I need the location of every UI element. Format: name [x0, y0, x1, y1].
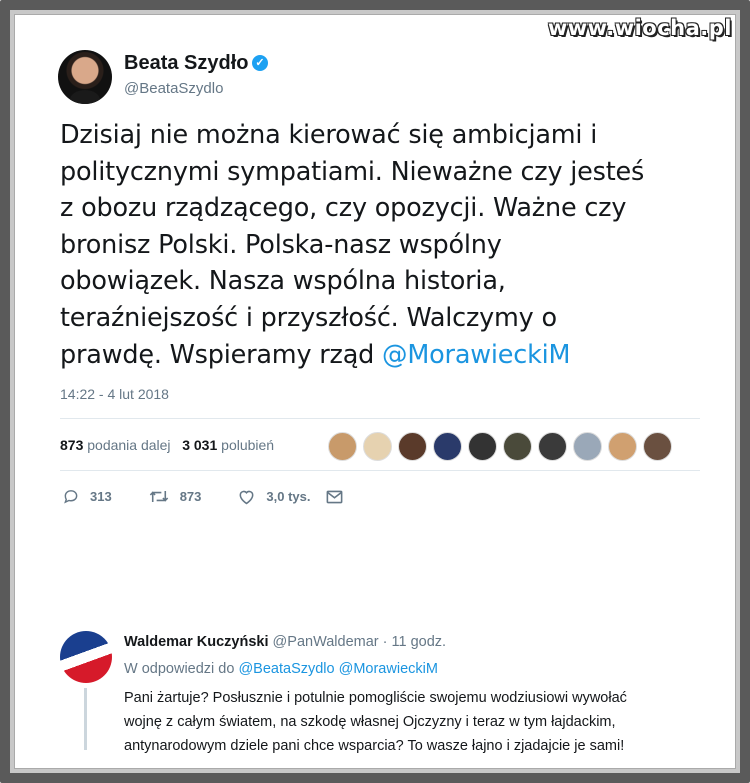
- tweet-actions: 313 873 3,0 tys.: [62, 488, 390, 505]
- retweet-icon: [149, 491, 168, 502]
- heart-icon: [239, 490, 254, 505]
- liker-avatar[interactable]: [363, 432, 392, 461]
- liker-avatar[interactable]: [503, 432, 532, 461]
- like-count: 3,0 tys.: [266, 489, 311, 504]
- reply-author-name[interactable]: Waldemar Kuczyński: [124, 634, 269, 650]
- liker-avatar[interactable]: [608, 432, 637, 461]
- engagement-stats: 873 podania dalej 3 031 polubień: [60, 437, 274, 453]
- reply-count: 313: [90, 489, 112, 504]
- retweet-count: 873: [179, 489, 202, 504]
- reply-to-line: W odpowiedzi do @BeataSzydlo @Morawiecki…: [124, 661, 438, 677]
- tweet-text-body: Dzisiaj nie można kierować się ambicjami…: [60, 120, 645, 370]
- liker-avatar[interactable]: [573, 432, 602, 461]
- like-button[interactable]: 3,0 tys.: [237, 488, 311, 505]
- verified-badge-icon: ✓: [252, 55, 268, 71]
- author-handle[interactable]: @BeataSzydlo: [124, 80, 223, 97]
- retweets-label[interactable]: podania dalej: [87, 437, 170, 453]
- reply-text: Pani żartuje? Posłusznie i potulnie pomo…: [124, 690, 627, 754]
- thread-line: [84, 688, 87, 750]
- liker-avatar[interactable]: [433, 432, 462, 461]
- divider: [60, 470, 700, 471]
- liker-avatar[interactable]: [468, 432, 497, 461]
- liker-avatar[interactable]: [643, 432, 672, 461]
- tweet-mention-link[interactable]: @MorawieckiM: [382, 340, 571, 370]
- tweet-text: Dzisiaj nie można kierować się ambicjami…: [60, 117, 700, 373]
- reply-to-label: W odpowiedzi do: [124, 661, 235, 677]
- author-avatar[interactable]: [58, 50, 112, 104]
- likes-label[interactable]: polubień: [221, 437, 274, 453]
- retweets-count[interactable]: 873: [60, 437, 83, 453]
- message-button[interactable]: [325, 489, 354, 505]
- author-name[interactable]: Beata Szydło: [124, 52, 248, 75]
- reply-to-mentions[interactable]: @BeataSzydlo @MorawieckiM: [238, 661, 437, 677]
- likers-avatar-strip: [328, 432, 672, 461]
- reply-header: Waldemar Kuczyński @PanWaldemar · 11 god…: [124, 634, 446, 650]
- reply-button[interactable]: 313: [62, 488, 112, 505]
- reply-author-avatar[interactable]: [60, 631, 112, 683]
- liker-avatar[interactable]: [398, 432, 427, 461]
- divider: [60, 418, 700, 419]
- tweet-timestamp[interactable]: 14:22 - 4 lut 2018: [60, 386, 169, 402]
- liker-avatar[interactable]: [328, 432, 357, 461]
- watermark: www.wiocha.pl: [547, 16, 732, 40]
- reply-icon: [64, 490, 78, 504]
- liker-avatar[interactable]: [538, 432, 567, 461]
- retweet-button[interactable]: 873: [148, 488, 202, 505]
- likes-count[interactable]: 3 031: [182, 437, 217, 453]
- reply-meta[interactable]: @PanWaldemar · 11 godz.: [273, 634, 447, 650]
- envelope-icon: [326, 490, 342, 503]
